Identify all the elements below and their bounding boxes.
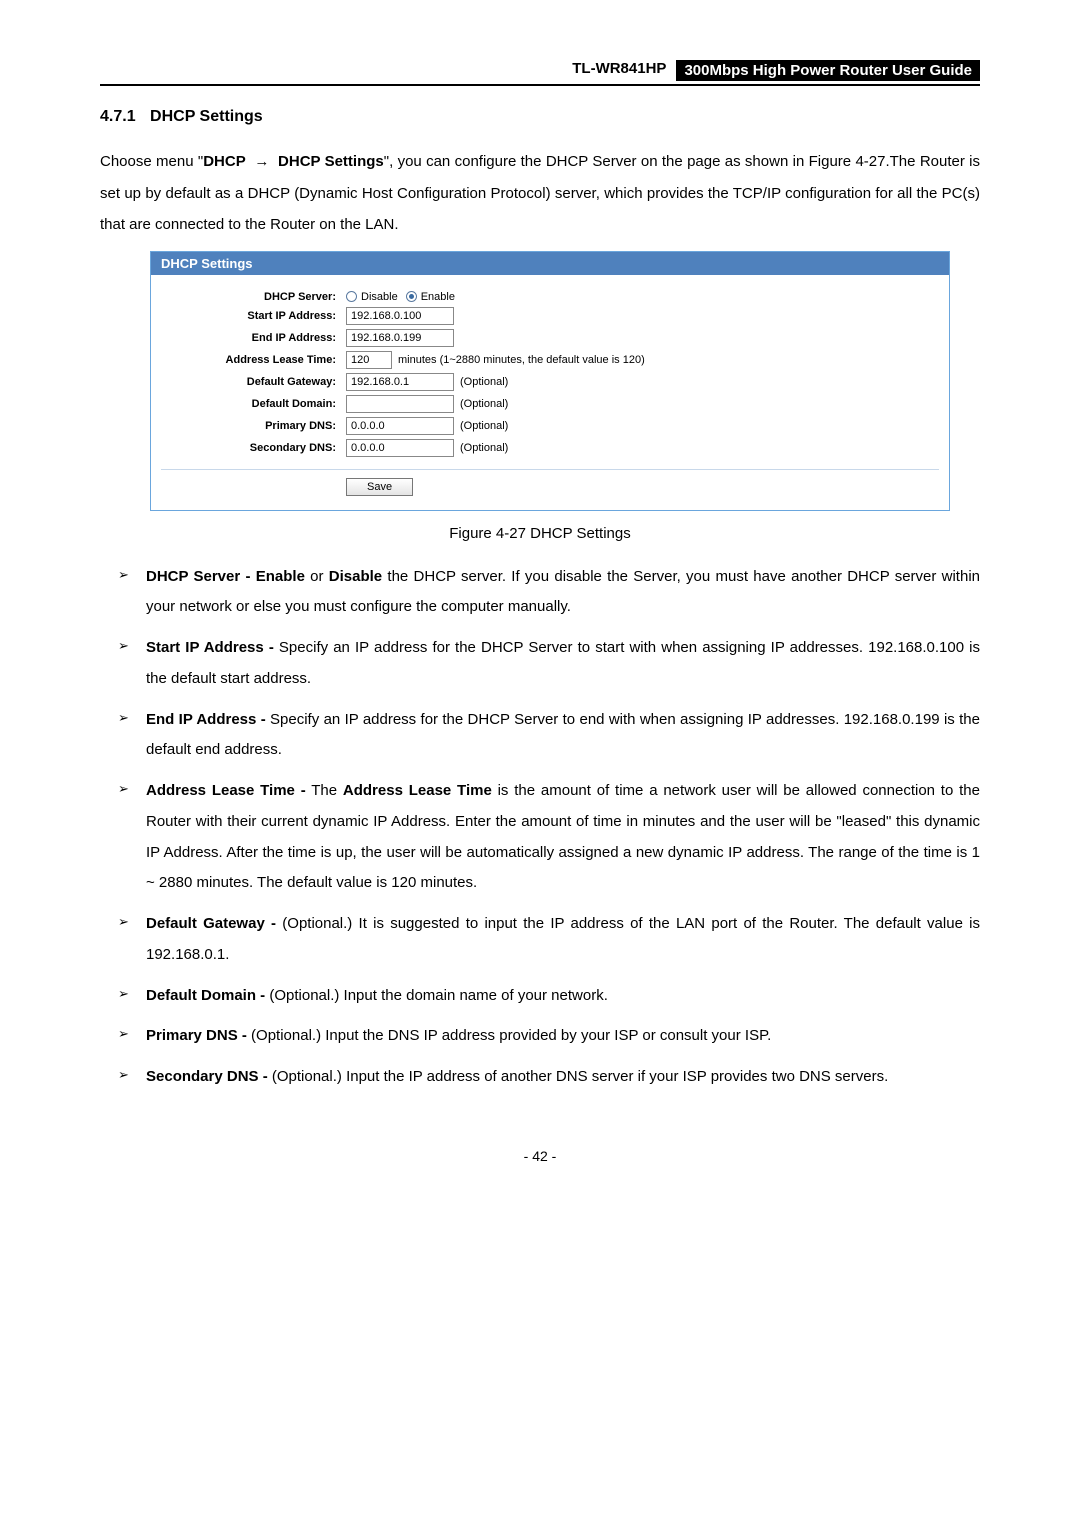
dhcp-settings-panel: DHCP Settings DHCP Server: Disable Enabl…	[150, 251, 950, 511]
page-number: - 42 -	[100, 1148, 980, 1164]
page-header: TL-WR841HP 300Mbps High Power Router Use…	[100, 60, 980, 86]
label-lease: Address Lease Time:	[161, 354, 346, 366]
input-sdns[interactable]	[346, 439, 454, 457]
header-title: 300Mbps High Power Router User Guide	[676, 60, 980, 81]
text-bold: DHCP Server - Enable	[146, 568, 305, 585]
input-start-ip[interactable]	[346, 307, 454, 325]
section-title: DHCP Settings	[150, 108, 263, 125]
note-domain: (Optional)	[460, 398, 508, 410]
list-item: End IP Address - Specify an IP address f…	[118, 705, 980, 767]
text-bold: Address Lease Time -	[146, 782, 306, 799]
text: (Optional.) Input the IP address of anot…	[268, 1068, 889, 1085]
save-button[interactable]: Save	[346, 478, 413, 496]
radio-label: Disable	[361, 291, 398, 303]
list-item: Address Lease Time - The Address Lease T…	[118, 776, 980, 899]
description-list: DHCP Server - Enable or Disable the DHCP…	[100, 562, 980, 1093]
divider	[161, 469, 939, 470]
intro-paragraph: Choose menu "DHCP → DHCP Settings", you …	[100, 146, 980, 241]
label-end-ip: End IP Address:	[161, 332, 346, 344]
section-number: 4.7.1	[100, 108, 136, 125]
section-heading: 4.7.1 DHCP Settings	[100, 108, 980, 126]
text-bold: Secondary DNS -	[146, 1068, 268, 1085]
list-item: Primary DNS - (Optional.) Input the DNS …	[118, 1021, 980, 1052]
input-end-ip[interactable]	[346, 329, 454, 347]
radio-label: Enable	[421, 291, 455, 303]
text: Choose menu "	[100, 153, 203, 170]
text-bold: End IP Address -	[146, 711, 266, 728]
text-bold: Disable	[329, 568, 382, 585]
input-lease[interactable]	[346, 351, 392, 369]
radio-enable[interactable]: Enable	[406, 291, 455, 303]
text-bold: Start IP Address -	[146, 639, 274, 656]
note-sdns: (Optional)	[460, 442, 508, 454]
text: or	[305, 568, 329, 585]
text-bold: DHCP Settings	[278, 153, 384, 170]
text-bold: Default Gateway -	[146, 915, 276, 932]
label-gateway: Default Gateway:	[161, 376, 346, 388]
input-gateway[interactable]	[346, 373, 454, 391]
label-start-ip: Start IP Address:	[161, 310, 346, 322]
text: (Optional.) Input the DNS IP address pro…	[247, 1027, 771, 1044]
label-domain: Default Domain:	[161, 398, 346, 410]
radio-icon	[406, 291, 417, 302]
label-pdns: Primary DNS:	[161, 420, 346, 432]
note-gateway: (Optional)	[460, 376, 508, 388]
header-model: TL-WR841HP	[572, 60, 676, 81]
note-lease: minutes (1~2880 minutes, the default val…	[398, 354, 645, 366]
input-pdns[interactable]	[346, 417, 454, 435]
label-sdns: Secondary DNS:	[161, 442, 346, 454]
panel-title: DHCP Settings	[151, 252, 949, 275]
text-bold: Primary DNS -	[146, 1027, 247, 1044]
radio-icon	[346, 291, 357, 302]
list-item: Secondary DNS - (Optional.) Input the IP…	[118, 1062, 980, 1093]
list-item: Default Gateway - (Optional.) It is sugg…	[118, 909, 980, 971]
text-bold: DHCP	[203, 153, 246, 170]
text: The	[306, 782, 343, 799]
figure-caption: Figure 4-27 DHCP Settings	[100, 525, 980, 542]
label-dhcp-server: DHCP Server:	[161, 291, 346, 303]
input-domain[interactable]	[346, 395, 454, 413]
list-item: DHCP Server - Enable or Disable the DHCP…	[118, 562, 980, 624]
list-item: Start IP Address - Specify an IP address…	[118, 633, 980, 695]
text: Specify an IP address for the DHCP Serve…	[146, 711, 980, 759]
text-bold: Default Domain -	[146, 987, 265, 1004]
list-item: Default Domain - (Optional.) Input the d…	[118, 981, 980, 1012]
note-pdns: (Optional)	[460, 420, 508, 432]
text: (Optional.) Input the domain name of you…	[265, 987, 608, 1004]
text-bold: Address Lease Time	[343, 782, 492, 799]
radio-disable[interactable]: Disable	[346, 291, 398, 303]
